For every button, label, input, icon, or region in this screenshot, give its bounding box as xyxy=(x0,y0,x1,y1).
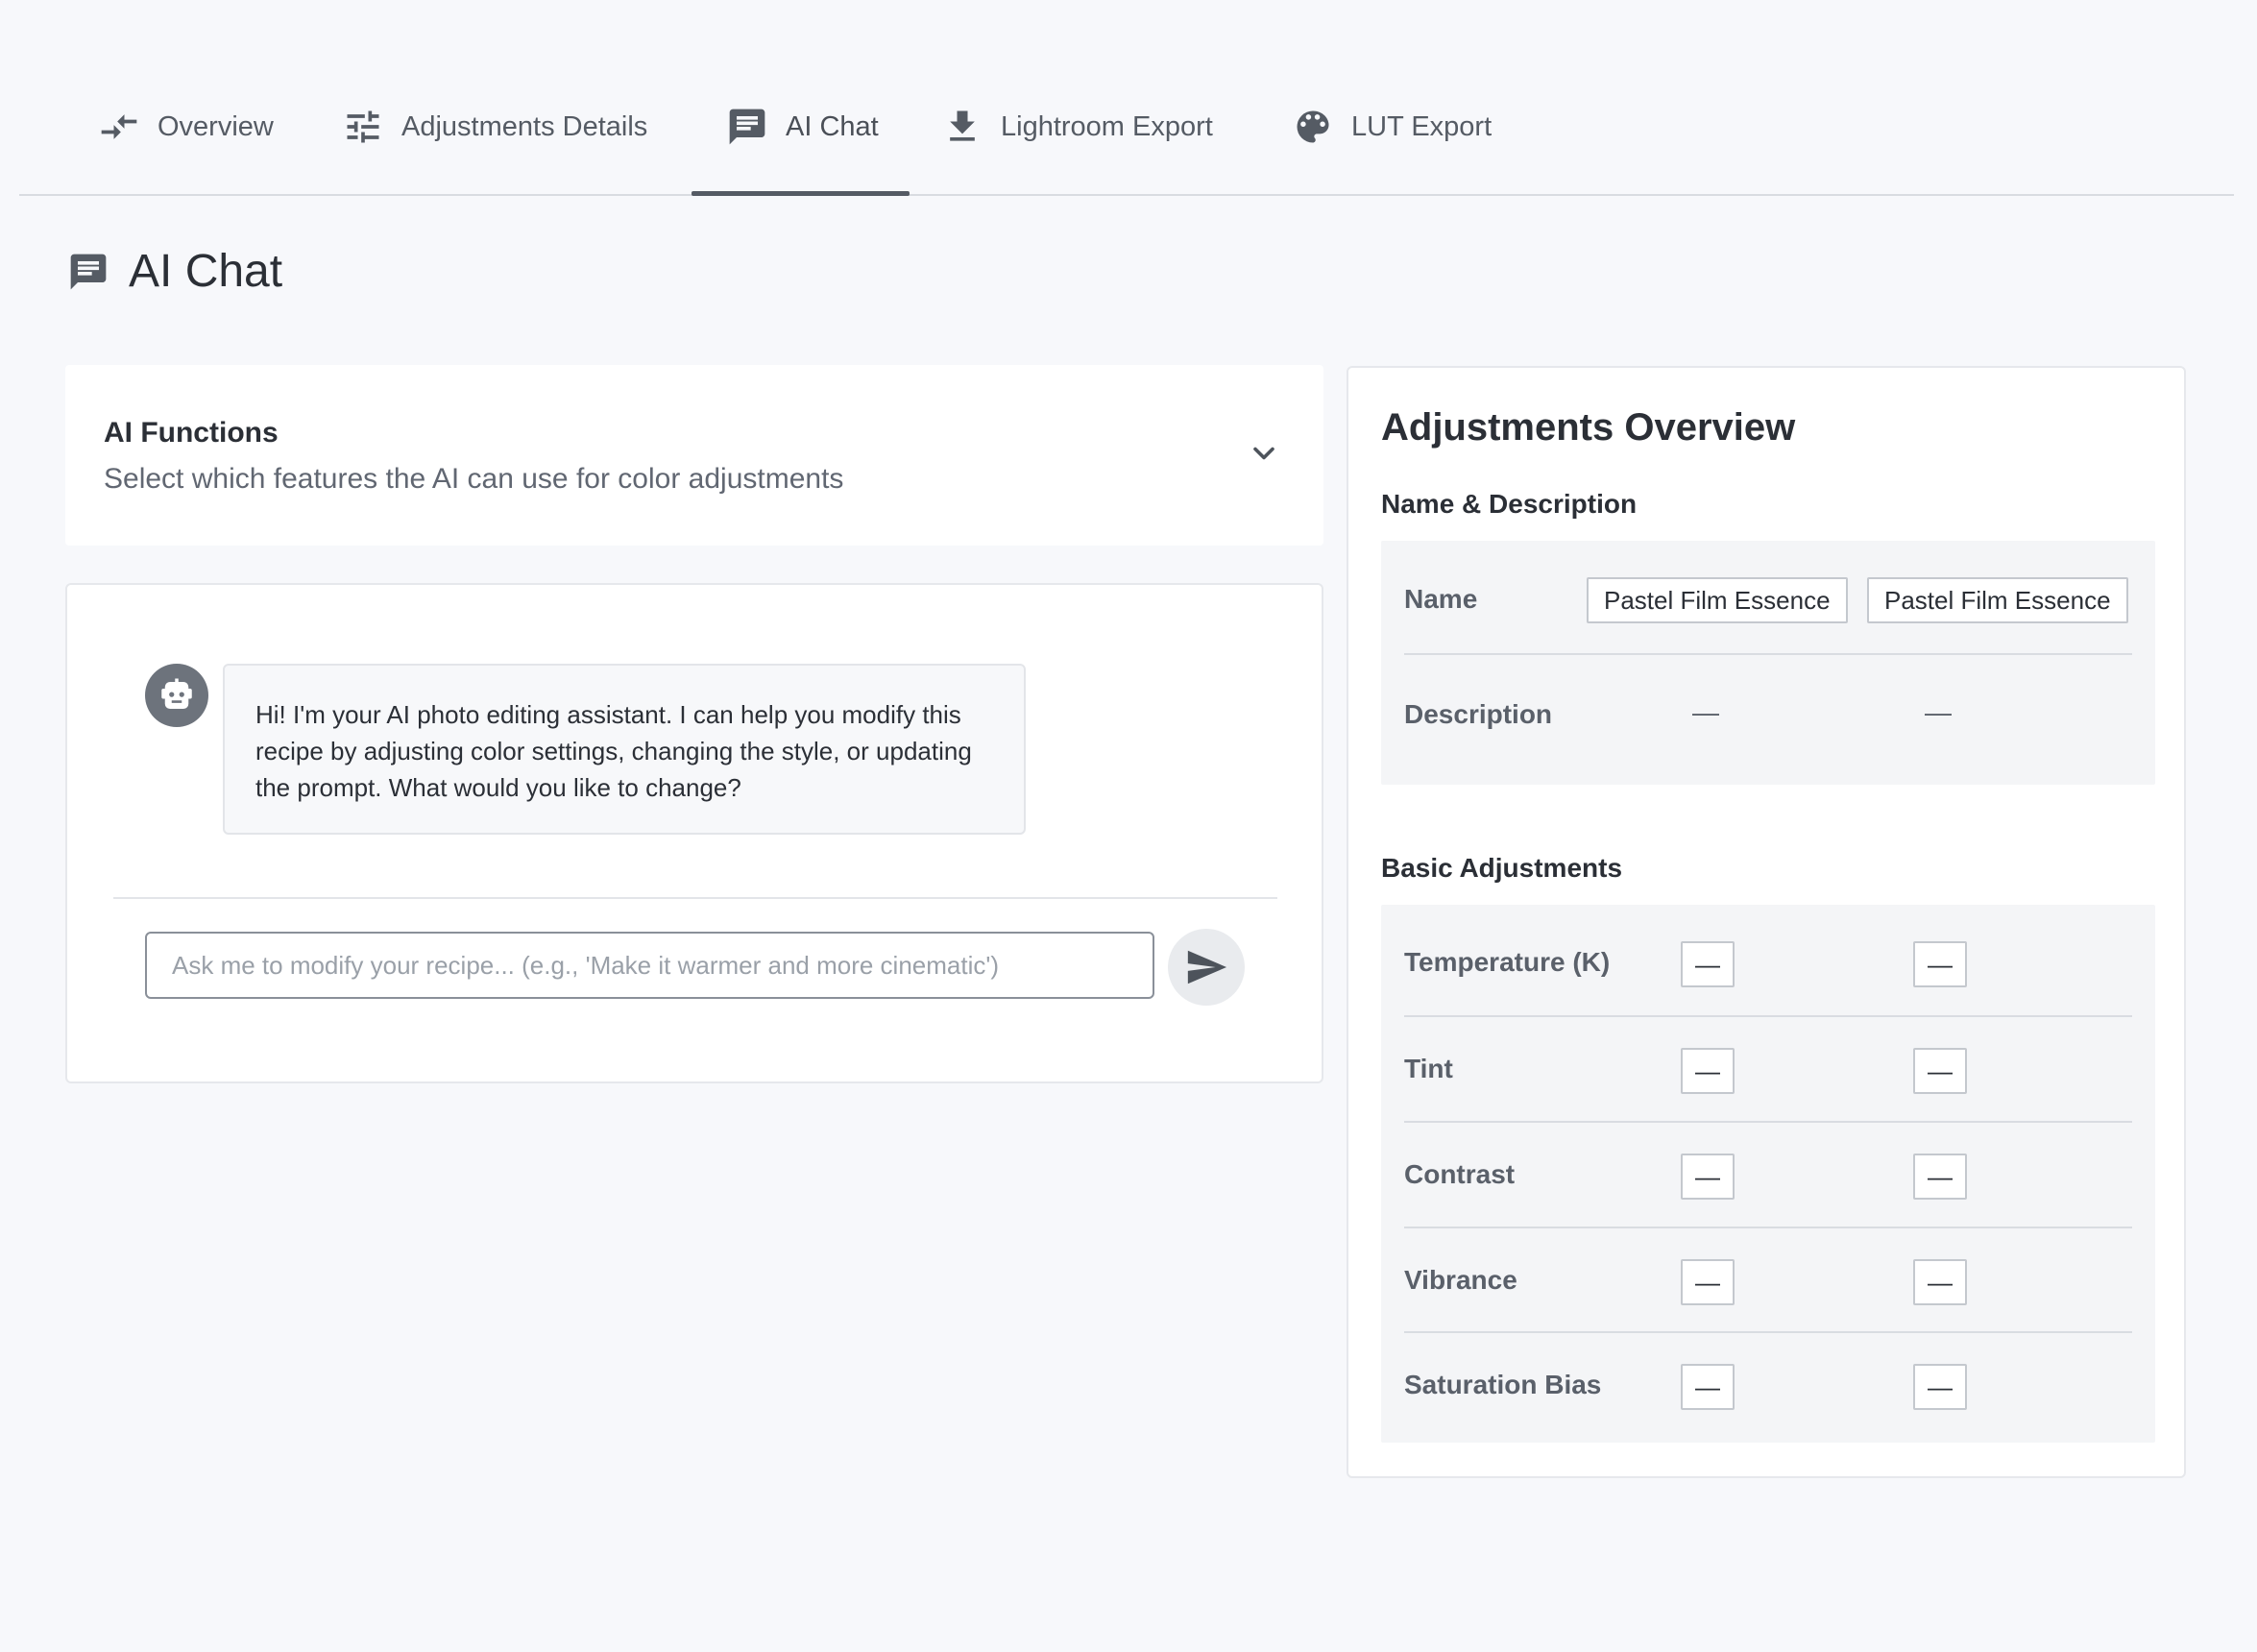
name-description-section: Name Pastel Film Essence Pastel Film Ess… xyxy=(1381,541,2155,785)
adjustments-overview-panel: Adjustments Overview Name & Description … xyxy=(1347,366,2186,1478)
basic-adjustments-section: Temperature (K) — — Tint — — Contrast — … xyxy=(1381,905,2155,1443)
tab-lut-export[interactable]: LUT Export xyxy=(1292,65,1492,194)
chat-icon xyxy=(70,254,107,289)
tab-label: AI Chat xyxy=(786,110,879,142)
section-title-name-description: Name & Description xyxy=(1381,489,1638,519)
value-box: — xyxy=(1913,1048,1967,1094)
value-text: — xyxy=(1925,697,1952,727)
chat-icon xyxy=(729,109,765,145)
download-icon xyxy=(950,110,975,141)
value-box: — xyxy=(1913,941,1967,987)
value-box: — xyxy=(1681,1154,1735,1200)
value-box: — xyxy=(1913,1154,1967,1200)
row-label: Contrast xyxy=(1404,1159,1516,1189)
send-button[interactable] xyxy=(1168,929,1245,1006)
row-label: Vibrance xyxy=(1404,1265,1517,1295)
value-text: — xyxy=(1692,697,1719,727)
value-box: — xyxy=(1913,1364,1967,1410)
tab-adjustments-details[interactable]: Adjustments Details xyxy=(342,65,647,194)
row-label: Saturation Bias xyxy=(1404,1370,1602,1399)
avatar xyxy=(145,664,208,727)
value-box: — xyxy=(1681,1048,1735,1094)
chevron-down-icon[interactable] xyxy=(1247,436,1281,471)
row-description: Description — — xyxy=(1404,657,2132,772)
row-label: Temperature (K) xyxy=(1404,947,1611,977)
robot-icon xyxy=(161,678,192,709)
chat-input[interactable] xyxy=(145,932,1154,999)
row-label: Tint xyxy=(1404,1054,1453,1083)
tab-label: Lightroom Export xyxy=(1001,110,1213,142)
ai-functions-subtitle: Select which features the AI can use for… xyxy=(104,463,844,495)
row-tint: Tint — — xyxy=(1404,1017,2132,1123)
divider xyxy=(113,897,1277,899)
row-name: Name Pastel Film Essence Pastel Film Ess… xyxy=(1404,541,2132,655)
row-saturation-bias: Saturation Bias — — xyxy=(1404,1333,2132,1439)
assistant-message: Hi! I'm your AI photo editing assistant.… xyxy=(223,664,1026,835)
chat-panel: Hi! I'm your AI photo editing assistant.… xyxy=(65,583,1323,1083)
tab-label: Adjustments Details xyxy=(401,110,648,142)
row-vibrance: Vibrance — — xyxy=(1404,1228,2132,1333)
value-box: — xyxy=(1681,1259,1735,1305)
adjustments-title: Adjustments Overview xyxy=(1381,406,1796,449)
ai-functions-accordion[interactable]: AI Functions Select which features the A… xyxy=(65,365,1323,546)
palette-icon xyxy=(1297,110,1329,143)
value-box: — xyxy=(1681,1364,1735,1410)
value-chip: Pastel Film Essence xyxy=(1587,577,1848,623)
tab-bar: Overview Adjustments Details AI Chat Lig… xyxy=(19,65,2234,196)
row-label: Name xyxy=(1404,584,1478,614)
ai-functions-title: AI Functions xyxy=(104,417,279,449)
tab-label: LUT Export xyxy=(1351,110,1493,142)
value-box: — xyxy=(1913,1259,1967,1305)
compare-arrows-icon xyxy=(101,114,137,139)
tab-label: Overview xyxy=(158,110,274,142)
value-chip: Pastel Film Essence xyxy=(1867,577,2128,623)
sliders-icon xyxy=(347,110,379,143)
value-box: — xyxy=(1681,941,1735,987)
send-icon xyxy=(1187,950,1227,984)
tab-overview[interactable]: Overview xyxy=(98,65,274,194)
section-title-basic-adjustments: Basic Adjustments xyxy=(1381,853,1623,883)
row-temperature: Temperature (K) — — xyxy=(1404,905,2132,1017)
tab-lightroom-export[interactable]: Lightroom Export xyxy=(941,65,1213,194)
row-label: Description xyxy=(1404,699,1553,729)
page-title: AI Chat xyxy=(67,245,282,298)
page-title-text: AI Chat xyxy=(129,246,283,297)
row-contrast: Contrast — — xyxy=(1404,1123,2132,1228)
tab-ai-chat[interactable]: AI Chat xyxy=(692,65,910,196)
